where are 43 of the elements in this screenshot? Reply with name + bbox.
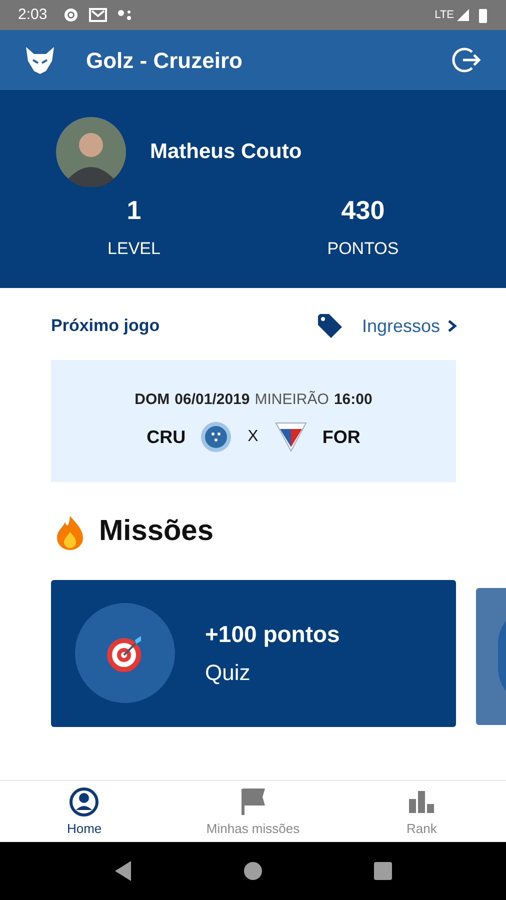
chevron-right-icon — [446, 318, 458, 334]
stat-label: PONTOS — [327, 238, 399, 260]
section-title: Próximo jogo — [51, 315, 161, 338]
stat-value: 430 — [341, 194, 385, 227]
gear-icon — [63, 7, 80, 23]
battery-icon — [478, 7, 488, 23]
mail-icon — [89, 7, 108, 23]
match-card[interactable]: DOM 06/01/2019 MINEIRÃO 16:00 CRU X FOR — [51, 360, 456, 482]
nav-tab[interactable]: Home — [0, 781, 169, 842]
mission-points: +100 pontos — [205, 620, 340, 650]
avatar-icon — [56, 117, 126, 187]
shield-icon — [274, 421, 308, 454]
flame-icon — [55, 514, 85, 550]
mission-card[interactable]: +100 pontos Quiz — [51, 580, 456, 726]
match-date: 06/01/2019 — [174, 390, 250, 410]
back-icon[interactable] — [113, 860, 133, 882]
user-name: Matheus Couto — [150, 139, 302, 166]
versus-label: X — [248, 427, 258, 448]
stat-value: 1 — [126, 194, 142, 227]
match-weekday: DOM — [134, 390, 170, 410]
dots-icon — [117, 8, 134, 22]
match-stadium: MINEIRÃO — [254, 390, 329, 410]
crest-icon — [200, 421, 232, 454]
signal-icon — [456, 8, 470, 22]
logout-icon[interactable] — [452, 45, 482, 75]
section-title: Missões — [99, 514, 214, 549]
tickets-link[interactable]: Ingressos — [316, 312, 458, 340]
tag-icon — [316, 312, 344, 340]
network-label: LTE — [434, 8, 454, 23]
wolf-logo-icon — [24, 45, 56, 75]
home-icon[interactable] — [243, 861, 263, 881]
app-title: Golz - Cruzeiro — [86, 46, 244, 74]
target-icon — [75, 603, 175, 703]
recents-icon[interactable] — [373, 861, 393, 881]
team-code: CRU — [146, 426, 186, 449]
stat-label: LEVEL — [108, 238, 160, 260]
nav-tab[interactable]: Minhas missões — [168, 781, 338, 842]
clock-time: 2:03 — [18, 4, 48, 25]
nav-tab[interactable]: Rank — [337, 781, 506, 842]
mission-name: Quiz — [205, 658, 252, 687]
person-icon — [69, 787, 100, 817]
team-code: FOR — [322, 426, 360, 449]
match-time: 16:00 — [334, 390, 372, 410]
